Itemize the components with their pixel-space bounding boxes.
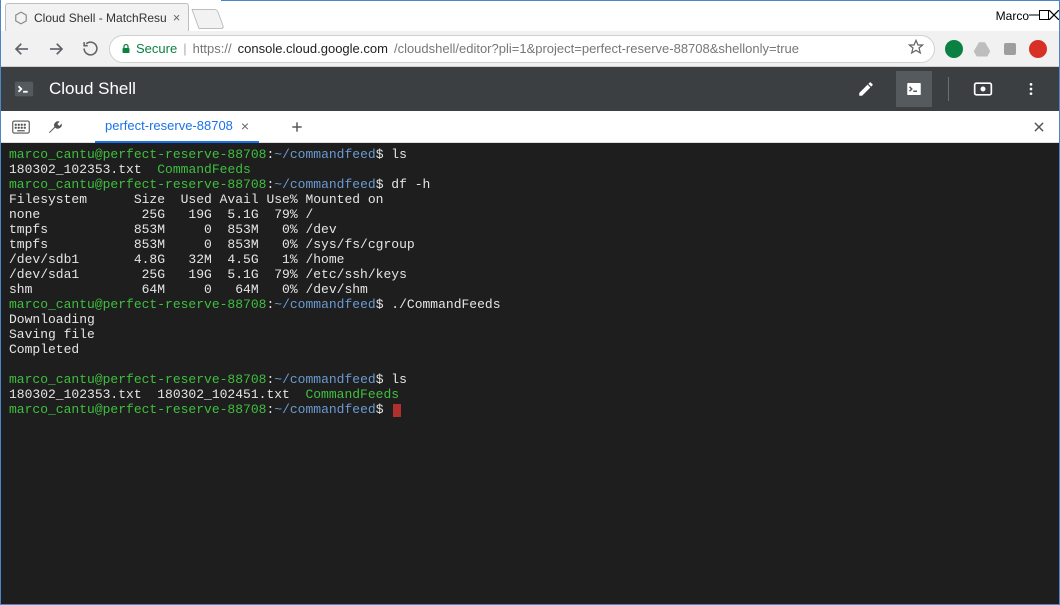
keyboard-icon[interactable] (7, 113, 35, 141)
edit-button[interactable] (848, 71, 884, 107)
add-session-button[interactable] (283, 113, 311, 141)
address-bar[interactable]: Secure | https:// console.cloud.google.co… (109, 35, 935, 63)
preview-button[interactable] (965, 71, 1001, 107)
hexagon-icon (14, 11, 28, 25)
back-button[interactable] (7, 35, 37, 63)
terminal-output[interactable]: marco_cantu@perfect-reserve-88708:~/comm… (1, 143, 1059, 604)
url-scheme: https:// (193, 41, 232, 56)
extension-red-icon[interactable] (1029, 40, 1047, 58)
close-panel-button[interactable] (1025, 113, 1053, 141)
browser-toolbar: Secure | https:// console.cloud.google.co… (1, 31, 1059, 67)
header-separator (948, 77, 949, 101)
window-minimize-button[interactable] (1029, 9, 1039, 23)
app-title: Cloud Shell (49, 79, 136, 99)
browser-tab[interactable]: Cloud Shell - MatchResu × (5, 3, 189, 31)
reload-button[interactable] (75, 35, 105, 63)
shell-toolbar: perfect-reserve-88708 × (1, 111, 1059, 143)
extension-icons (939, 40, 1053, 58)
extension-square-icon[interactable] (1001, 40, 1019, 58)
extension-drive-icon[interactable] (973, 40, 991, 58)
window-profile-name[interactable]: Marco (996, 9, 1029, 23)
shell-session-tab[interactable]: perfect-reserve-88708 × (95, 111, 259, 143)
terminal-toggle-button[interactable] (896, 71, 932, 107)
shell-session-label: perfect-reserve-88708 (105, 118, 233, 133)
browser-tab-title: Cloud Shell - MatchResu (34, 11, 167, 25)
app-header: Cloud Shell (1, 67, 1059, 111)
url-path: /cloudshell/editor?pli=1&project=perfect… (394, 41, 799, 56)
close-icon[interactable]: × (173, 11, 181, 24)
lock-icon (120, 43, 132, 55)
new-tab-button[interactable] (192, 9, 225, 29)
url-host: console.cloud.google.com (238, 41, 388, 56)
window-close-button[interactable] (1049, 9, 1059, 23)
secure-label: Secure (136, 41, 177, 56)
wrench-icon[interactable] (41, 113, 69, 141)
window-maximize-button[interactable] (1039, 9, 1049, 23)
more-options-button[interactable] (1013, 71, 1049, 107)
secure-badge: Secure (120, 41, 177, 56)
bookmark-star-icon[interactable] (908, 39, 924, 58)
extension-green-icon[interactable] (945, 40, 963, 58)
url-separator: | (183, 41, 186, 56)
forward-button[interactable] (41, 35, 71, 63)
terminal-logo-icon (11, 76, 37, 102)
close-icon[interactable]: × (241, 118, 249, 134)
